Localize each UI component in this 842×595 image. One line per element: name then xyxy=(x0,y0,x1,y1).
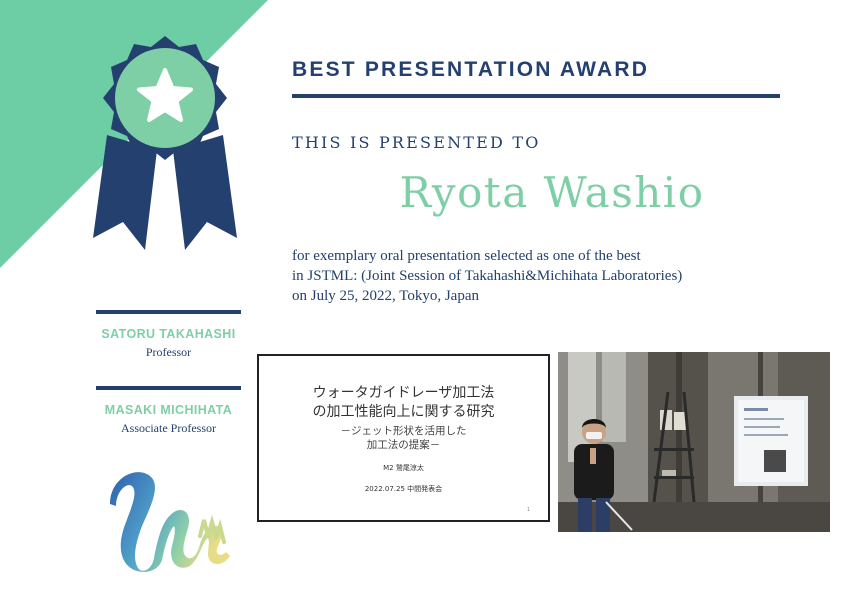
award-ribbon-icon xyxy=(93,36,237,250)
signature-line xyxy=(96,386,241,390)
title-underline xyxy=(292,94,780,98)
description-line: for exemplary oral presentation selected… xyxy=(292,248,641,264)
signatory-name: SATORU TAKAHASHI xyxy=(101,327,236,341)
recipient-name: Ryota Washio xyxy=(399,168,705,217)
description-line: in JSTML: (Joint Session of Takahashi&Mi… xyxy=(292,268,683,284)
slide-author: M2 鷲尾涼太 xyxy=(383,464,424,472)
signatory-name: MASAKI MICHIHATA xyxy=(104,403,233,417)
slide-title-line: ウォータガイドレーザ加工法 xyxy=(312,385,495,401)
slide-date: 2022.07.25 中間発表会 xyxy=(364,485,443,493)
award-title: BEST PRESENTATION AWARD xyxy=(292,58,650,81)
presentation-slide-thumbnail: ウォータガイドレーザ加工法 の加工性能向上に関する研究 －ジェット形状を活用した… xyxy=(257,354,550,522)
slide-subtitle: －ジェット形状を活用した 加工法の提案－ xyxy=(259,424,548,452)
slide-page-number: 1 xyxy=(526,507,530,513)
signatory-title: Professor xyxy=(145,345,192,359)
certificate-page: BEST PRESENTATION AWARD THIS IS PRESENTE… xyxy=(0,0,842,595)
presented-to-label: THIS IS PRESENTED TO xyxy=(292,133,541,152)
slide-title: ウォータガイドレーザ加工法 の加工性能向上に関する研究 xyxy=(259,384,548,422)
slide-title-line: の加工性能向上に関する研究 xyxy=(312,404,495,420)
signature-line xyxy=(96,310,241,314)
slide-subtitle-line: 加工法の提案－ xyxy=(366,439,441,451)
signatory-title: Associate Professor xyxy=(121,421,216,435)
award-description: for exemplary oral presentation selected… xyxy=(292,246,812,306)
lab-logo-icon xyxy=(110,472,230,572)
description-line: on July 25, 2022, Tokyo, Japan xyxy=(292,288,480,304)
slide-subtitle-line: －ジェット形状を活用した xyxy=(340,425,467,437)
presenter-photo xyxy=(558,352,830,532)
